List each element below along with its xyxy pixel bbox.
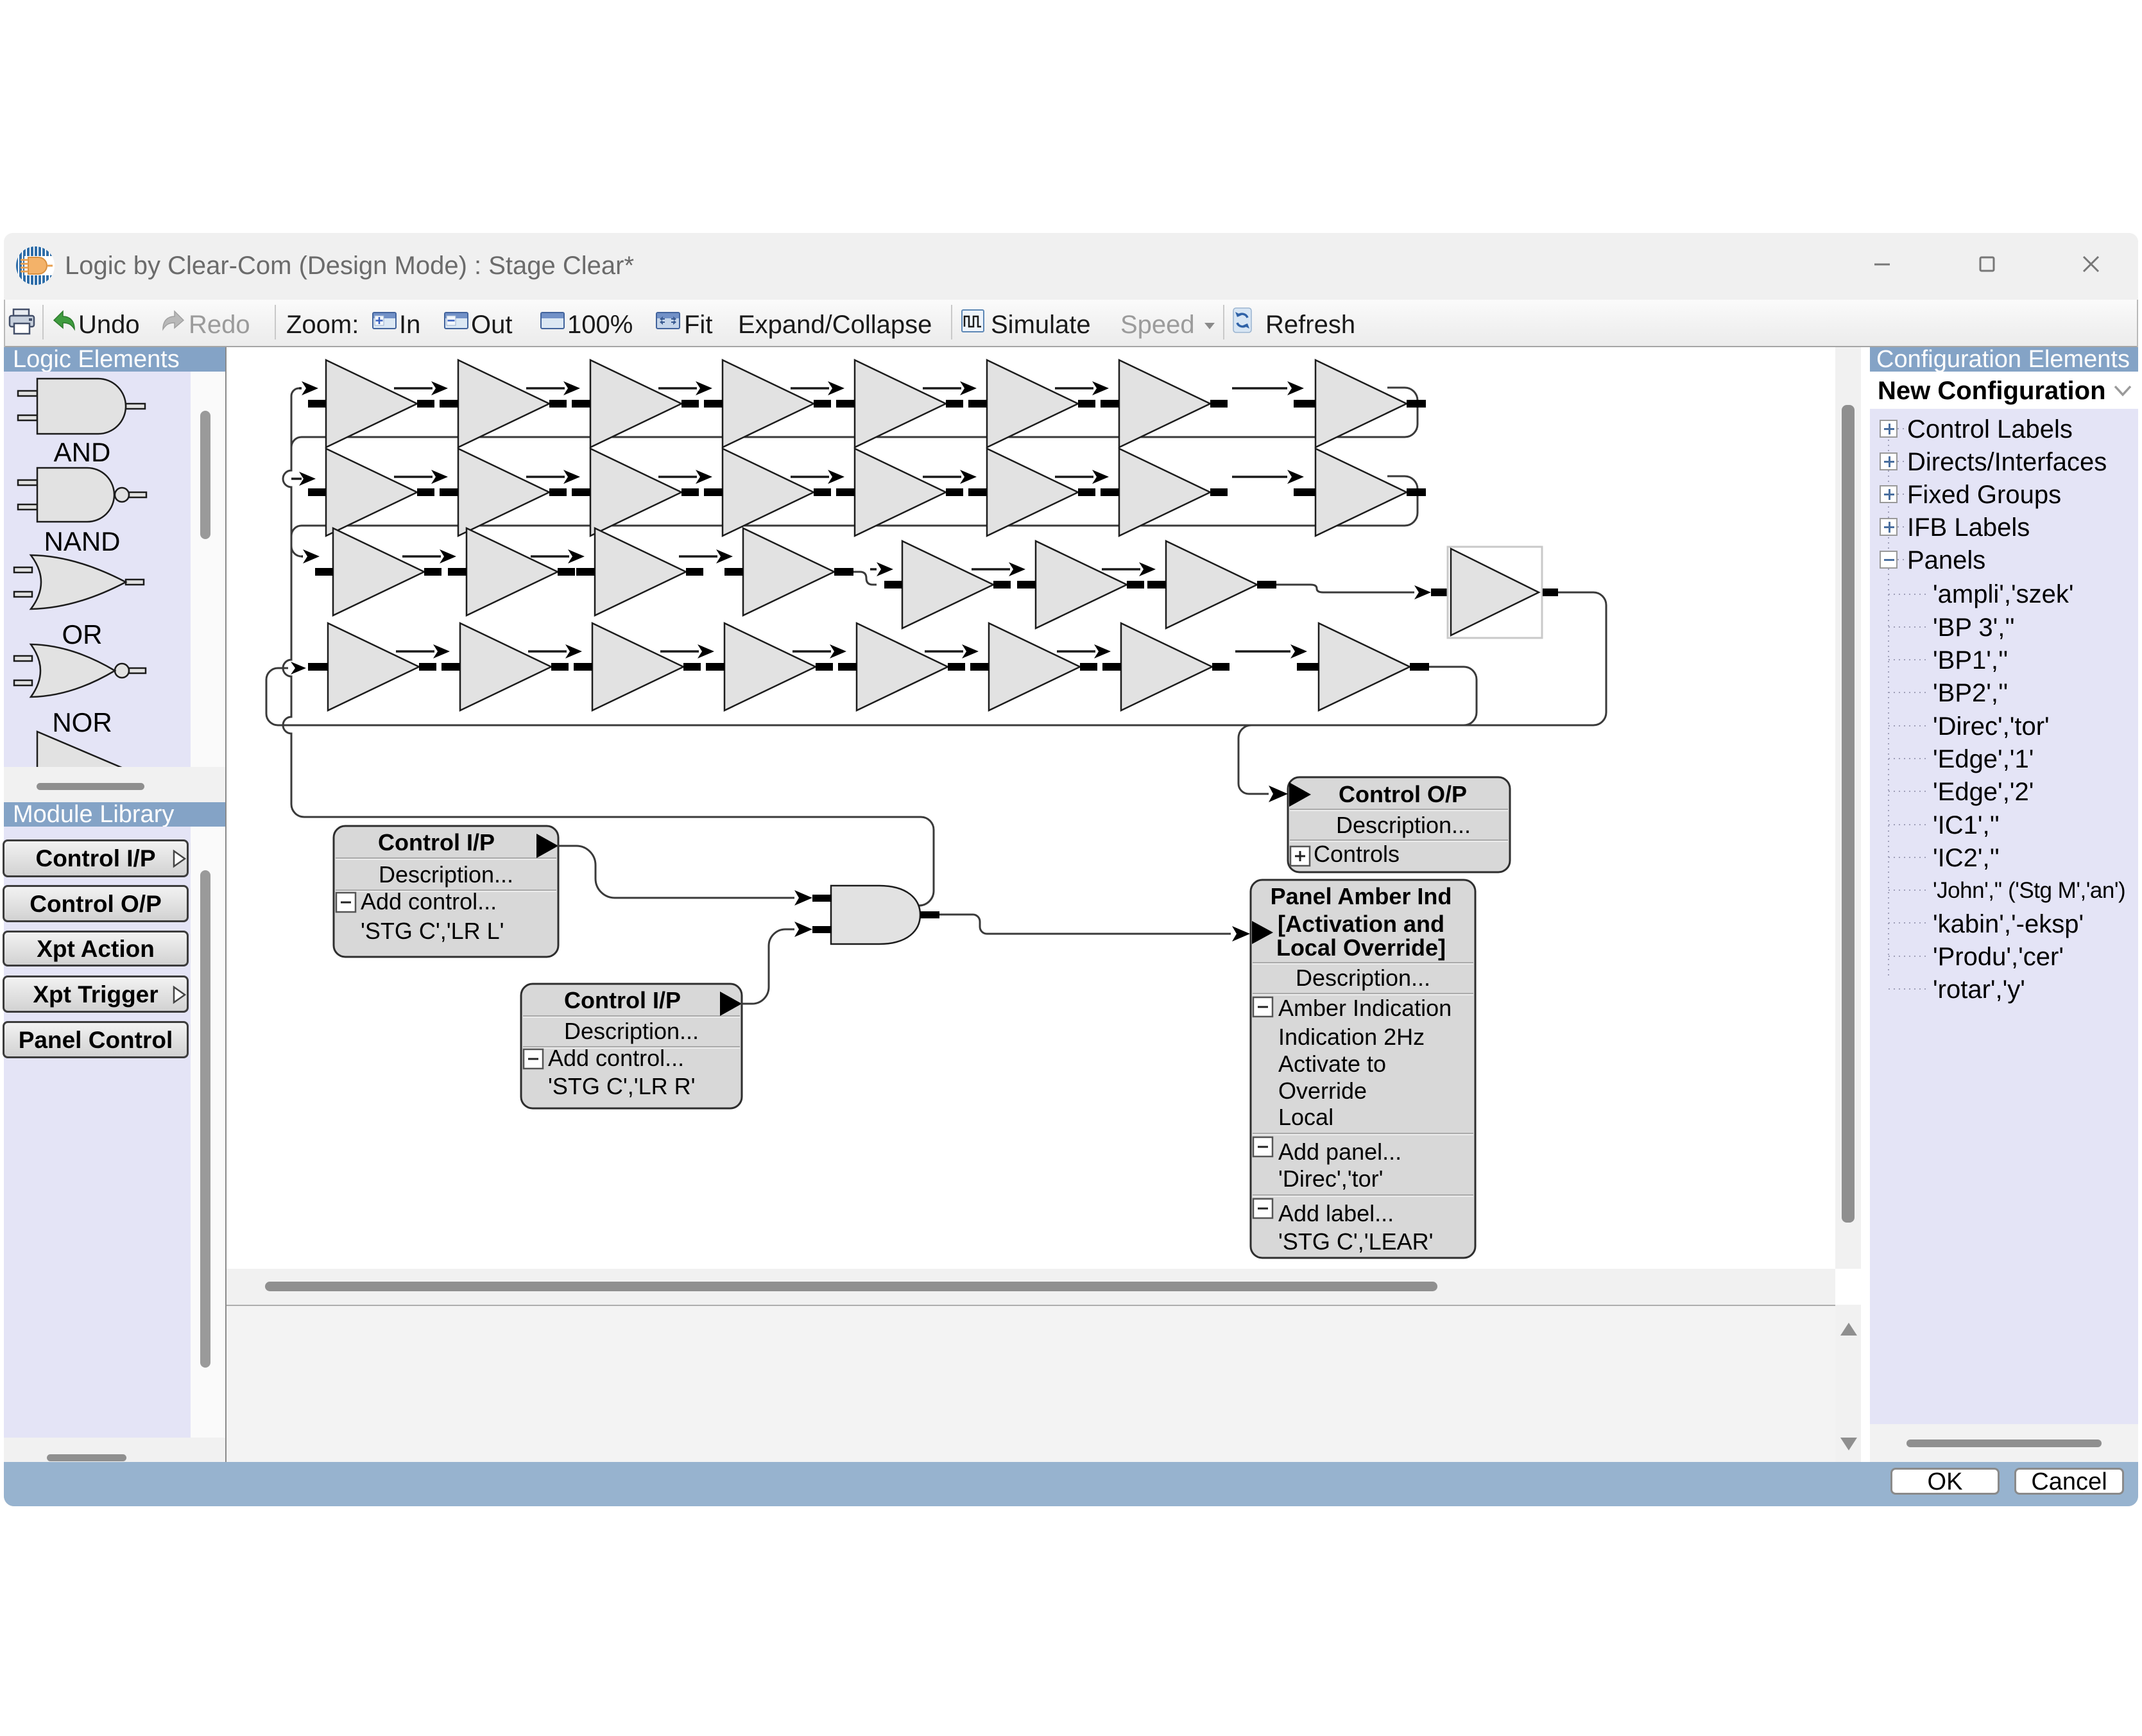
svg-text:Add panel...: Add panel... [1278,1139,1401,1165]
svg-text:Activate to: Activate to [1278,1051,1386,1077]
svg-text:Control O/P: Control O/P [1339,781,1467,807]
svg-text:Description...: Description... [1296,965,1430,991]
svg-text:'Direc','tor': 'Direc','tor' [1278,1165,1384,1192]
svg-text:Add control...: Add control... [361,888,497,915]
svg-text:Indication 2Hz: Indication 2Hz [1278,1024,1425,1050]
svg-text:Local: Local [1278,1104,1333,1130]
svg-text:Add control...: Add control... [548,1045,684,1071]
svg-text:Description...: Description... [379,861,513,888]
svg-text:Add label...: Add label... [1278,1200,1394,1226]
svg-text:Control I/P: Control I/P [378,829,495,855]
svg-text:Override: Override [1278,1078,1367,1104]
svg-text:'STG C','LEAR': 'STG C','LEAR' [1278,1228,1434,1255]
svg-text:Control I/P: Control I/P [564,987,681,1013]
svg-text:Description...: Description... [1336,812,1471,838]
svg-text:'STG C','LR R': 'STG C','LR R' [548,1073,696,1099]
svg-text:AND: AND [54,437,111,467]
svg-text:OR: OR [62,619,103,649]
svg-text:Controls: Controls [1314,841,1400,867]
svg-text:'STG C','LR L': 'STG C','LR L' [361,918,504,944]
svg-text:NOR: NOR [52,707,112,737]
svg-text:NAND: NAND [44,526,120,556]
svg-text:Local Override]: Local Override] [1276,934,1446,961]
svg-text:Amber Indication: Amber Indication [1278,995,1452,1021]
svg-text:Panel Amber Ind: Panel Amber Ind [1271,883,1452,909]
svg-text:Description...: Description... [564,1018,699,1044]
svg-text:[Activation and: [Activation and [1278,911,1444,937]
